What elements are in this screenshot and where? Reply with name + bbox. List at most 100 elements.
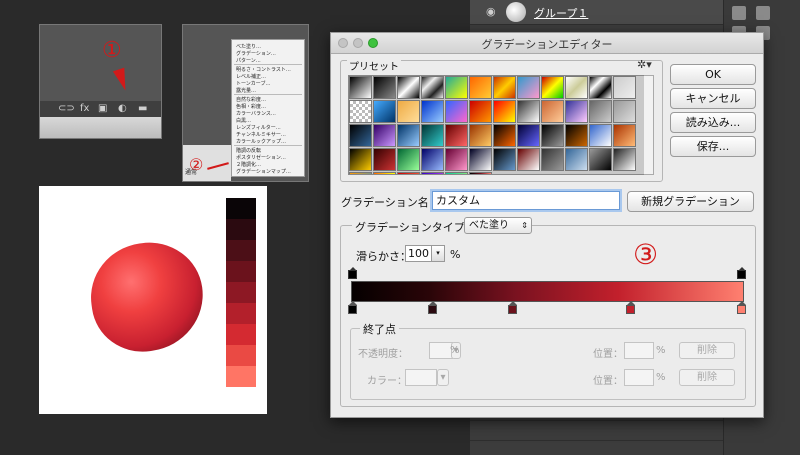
gear-icon[interactable]: ✲▾ <box>637 58 652 71</box>
gradient-preset-swatch[interactable] <box>469 172 492 174</box>
gradient-preset-swatch[interactable] <box>421 76 444 99</box>
gradient-preset-swatch[interactable] <box>421 100 444 123</box>
opacity-position-input[interactable] <box>624 342 654 359</box>
gradient-preset-swatch[interactable] <box>493 76 516 99</box>
gradient-name-input[interactable]: カスタム <box>432 191 620 210</box>
brush-tool-icon[interactable] <box>732 6 746 20</box>
gradient-preset-swatch[interactable] <box>565 100 588 123</box>
gradient-preset-swatch[interactable] <box>541 148 564 171</box>
gradient-preset-swatch[interactable] <box>373 76 396 99</box>
gradient-preset-swatch[interactable] <box>517 100 540 123</box>
color-stop[interactable] <box>508 301 517 314</box>
gradient-preset-swatch[interactable] <box>493 124 516 147</box>
gradient-preset-swatch[interactable] <box>397 100 420 123</box>
gradient-preset-swatch[interactable] <box>613 124 636 147</box>
gradient-preset-swatch[interactable] <box>517 124 540 147</box>
preset-scrollbar[interactable] <box>644 75 654 175</box>
gradient-preset-swatch[interactable] <box>493 148 516 171</box>
gradient-preset-swatch[interactable] <box>397 124 420 147</box>
gradient-preset-swatch[interactable] <box>589 124 612 147</box>
color-dropdown[interactable]: ▾ <box>437 369 449 386</box>
gradient-preset-swatch[interactable] <box>349 172 372 174</box>
layer-name[interactable]: グループ１ <box>534 5 588 21</box>
gradient-preset-swatch[interactable] <box>469 148 492 171</box>
eye-icon[interactable]: ◉ <box>486 5 500 18</box>
gradient-preset-swatch[interactable] <box>373 148 396 171</box>
dialog-titlebar[interactable]: グラデーションエディター <box>331 33 763 54</box>
color-swatch <box>226 303 256 324</box>
annotation-step3: ③ <box>633 238 659 271</box>
gradient-preset-swatch[interactable] <box>445 100 468 123</box>
smoothness-dropdown[interactable]: ▾ <box>431 245 445 262</box>
gradient-preset-swatch[interactable] <box>349 76 372 99</box>
gradient-preset-swatch[interactable] <box>397 148 420 171</box>
gradient-preset-swatch[interactable] <box>421 172 444 174</box>
arrow-icon <box>112 67 132 93</box>
gradient-preset-swatch[interactable] <box>589 100 612 123</box>
gradient-preset-swatch[interactable] <box>445 172 468 174</box>
opacity-stop[interactable] <box>348 267 357 279</box>
gradient-preset-swatch[interactable] <box>565 76 588 99</box>
gradient-preset-swatch[interactable] <box>397 172 420 174</box>
save-button[interactable]: 保存... <box>670 136 756 157</box>
gradient-preset-swatch[interactable] <box>517 76 540 99</box>
gradient-preset-swatch[interactable] <box>493 100 516 123</box>
color-stop[interactable] <box>626 301 635 314</box>
cancel-button[interactable]: キャンセル <box>670 88 756 109</box>
smoothness-percent: % <box>450 248 461 261</box>
gradient-preset-swatch[interactable] <box>373 124 396 147</box>
menu-item: 階調の反転 <box>236 148 262 154</box>
gradient-preset-swatch[interactable] <box>469 100 492 123</box>
gradient-preset-swatch[interactable] <box>565 148 588 171</box>
gradient-preset-swatch[interactable] <box>421 148 444 171</box>
color-swatch <box>226 240 256 261</box>
gradient-preset-swatch[interactable] <box>445 76 468 99</box>
gradient-preset-swatch[interactable] <box>541 100 564 123</box>
gradient-preset-swatch[interactable] <box>469 76 492 99</box>
menu-item: 色相・彩度… <box>236 104 267 110</box>
opacity-stop[interactable] <box>737 267 746 279</box>
gradient-preset-swatch[interactable] <box>373 172 396 174</box>
load-button[interactable]: 読み込み... <box>670 112 756 133</box>
color-stop-swatch <box>508 305 517 314</box>
gradient-preset-swatch[interactable] <box>349 124 372 147</box>
gradient-preset-swatch[interactable] <box>445 148 468 171</box>
gradient-preset-swatch[interactable] <box>589 76 612 99</box>
gradient-preset-swatch[interactable] <box>589 148 612 171</box>
gradient-preset-swatch[interactable] <box>541 76 564 99</box>
menu-separator <box>234 94 302 95</box>
gradient-preset-swatch[interactable] <box>373 100 396 123</box>
new-gradient-button[interactable]: 新規グラデーション <box>627 191 754 212</box>
gradient-preview-bar[interactable] <box>351 281 744 302</box>
gradient-preset-swatch[interactable] <box>613 148 636 171</box>
delete-color-stop-button[interactable]: 削除 <box>679 369 735 386</box>
gradient-preset-swatch[interactable] <box>565 124 588 147</box>
gradient-preset-swatch[interactable] <box>349 100 372 123</box>
screenshot-step2: 通常 べた塗り… グラデーション… パターン… 明るさ・コントラスト… レベル補… <box>182 24 309 182</box>
gradient-preset-swatch[interactable] <box>541 124 564 147</box>
gradient-preset-swatch[interactable] <box>349 148 372 171</box>
gradient-preset-swatch[interactable] <box>397 76 420 99</box>
gradient-type-select[interactable]: べた塗り ⇕ <box>464 217 532 234</box>
color-stop[interactable] <box>737 301 746 314</box>
delete-opacity-stop-button[interactable]: 削除 <box>679 342 735 359</box>
opacity-percent: % <box>450 345 460 356</box>
color-stop[interactable] <box>428 301 437 314</box>
gradient-preset-swatch[interactable] <box>445 124 468 147</box>
gradient-preset-swatch[interactable] <box>421 124 444 147</box>
panel-icon[interactable] <box>756 6 770 20</box>
menu-item: 白黒… <box>236 118 252 124</box>
color-field[interactable] <box>405 369 437 386</box>
position-label: 位置： <box>593 349 623 360</box>
ok-button[interactable]: OK <box>670 64 756 85</box>
smoothness-input[interactable]: 100 <box>405 245 433 262</box>
gradient-preset-swatch[interactable] <box>613 76 636 99</box>
gradient-preset-swatch[interactable] <box>613 100 636 123</box>
gradient-preset-swatch[interactable] <box>469 124 492 147</box>
gradient-editor-dialog: グラデーションエディター プリセット ✲▾ OK キャンセル 読み込み... 保… <box>330 32 764 418</box>
color-stop[interactable] <box>348 301 357 314</box>
folder-icon: ▬ <box>138 103 148 114</box>
color-position-input[interactable] <box>624 369 654 386</box>
preset-grid <box>348 75 646 175</box>
gradient-preset-swatch[interactable] <box>517 148 540 171</box>
